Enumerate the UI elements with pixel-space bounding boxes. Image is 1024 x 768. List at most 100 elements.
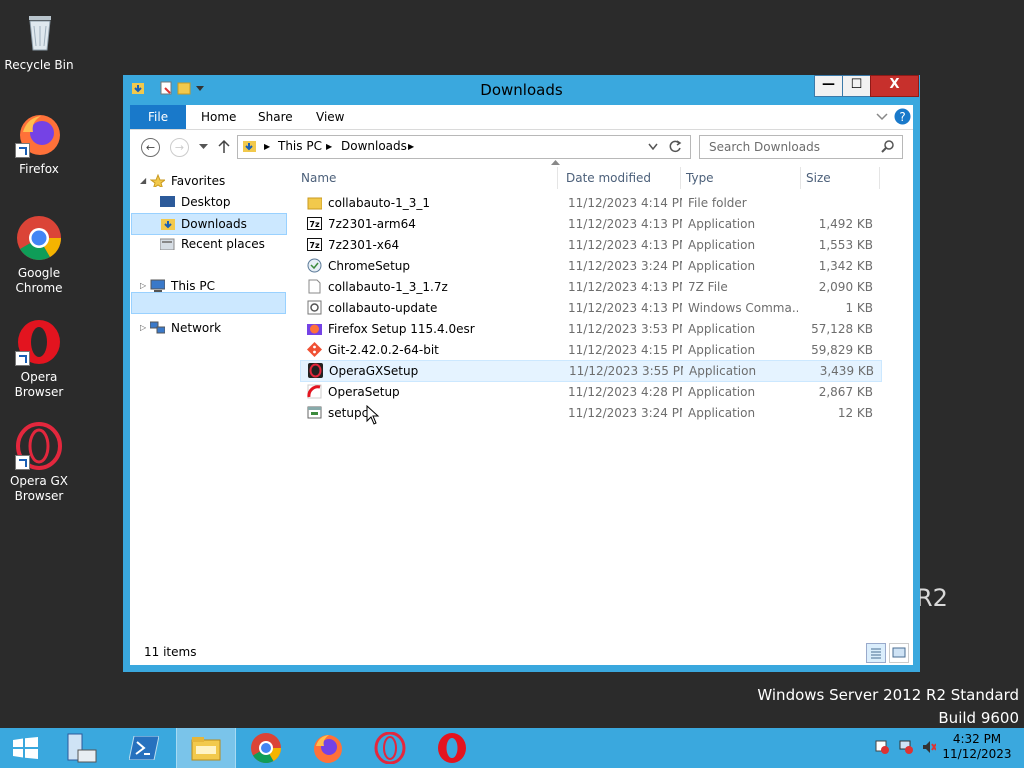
desktop-icon-opera[interactable]: Opera Browser	[4, 318, 74, 400]
tab-home[interactable]: Home	[187, 105, 250, 129]
table-row[interactable]: collabauto-1_3_1 11/12/2023 4:14 PM File f…	[300, 193, 880, 213]
recent-locations-chevron-icon[interactable]	[199, 144, 208, 150]
table-row[interactable]: OperaSetup 11/12/2023 4:28 PM Application 2…	[300, 382, 880, 402]
column-header-type[interactable]: Type	[680, 167, 801, 189]
search-box[interactable]: Search Downloads	[699, 135, 903, 159]
minimize-button[interactable]: —	[814, 75, 843, 97]
action-center-alert-icon[interactable]	[875, 740, 889, 754]
maximize-button[interactable]: ☐	[842, 75, 871, 97]
start-button[interactable]	[0, 728, 56, 768]
app-window-icon	[307, 406, 322, 419]
nav-favorites[interactable]: ◢ Favorites	[140, 171, 290, 191]
minimize-icon: —	[822, 77, 835, 92]
tab-view[interactable]: View	[302, 105, 358, 129]
file-size: 3,439 KB	[819, 364, 874, 378]
search-icon[interactable]	[881, 140, 894, 153]
taskbar-server-manager[interactable]	[56, 728, 112, 768]
table-row[interactable]: Firefox Setup 115.4.0esr 11/12/2023 3:53 …	[300, 319, 880, 339]
table-row[interactable]: OperaGXSetup 11/12/2023 3:55 PM Applicatio…	[300, 360, 882, 382]
file-type: Application	[689, 364, 757, 378]
search-input[interactable]: Search Downloads	[709, 140, 820, 154]
table-row[interactable]: collabauto-1_3_1.7z 11/12/2023 4:13 PM 7Z …	[300, 277, 880, 297]
nav-recent-places[interactable]: Recent places	[155, 234, 285, 254]
desktop-icon	[160, 196, 175, 207]
refresh-icon[interactable]	[669, 140, 682, 153]
network-tray-icon[interactable]	[899, 740, 913, 754]
table-row[interactable]: collabauto-update 11/12/2023 4:13 PM Windo…	[300, 298, 880, 318]
desktop-icon-label: Opera Browser	[14, 370, 64, 399]
file-explorer-icon	[191, 737, 221, 761]
file-date-modified: 11/12/2023 4:13 PM	[568, 301, 682, 315]
title-bar[interactable]: Downloads — ☐ X	[123, 75, 920, 103]
tab-file[interactable]: File	[130, 105, 187, 129]
taskbar-firefox[interactable]	[300, 728, 356, 768]
maximize-icon: ☐	[850, 77, 863, 92]
desktop-icon-recycle-bin[interactable]: Recycle Bin	[4, 6, 74, 73]
desktop-icon-firefox[interactable]: Firefox	[4, 110, 74, 177]
opera-icon	[438, 733, 466, 763]
file-name: OperaGXSetup	[329, 364, 419, 378]
svg-text:?: ?	[899, 110, 905, 124]
taskbar-opera[interactable]	[424, 728, 480, 768]
taskbar-chrome[interactable]	[238, 728, 294, 768]
details-view-button[interactable]	[866, 643, 886, 663]
nav-this-pc[interactable]: ▷ This PC	[140, 276, 290, 296]
desktop-icon-label: Opera GX Browser	[9, 474, 69, 503]
nav-desktop[interactable]: Desktop	[155, 192, 285, 212]
system-clock[interactable]: 4:32 PM 11/12/2023	[942, 732, 1012, 762]
table-row[interactable]: 7z 7z2301-x64 11/12/2023 4:13 PM Applicatio…	[300, 235, 880, 255]
breadcrumb-downloads[interactable]: Downloads	[341, 139, 407, 153]
taskbar-powershell[interactable]	[117, 728, 173, 768]
file-type: Application	[688, 343, 756, 357]
file-icon	[308, 279, 321, 294]
ribbon-tabs: File Home Share View ?	[130, 105, 913, 130]
7zip-icon: 7z	[307, 217, 322, 230]
file-size: 1,553 KB	[818, 238, 873, 252]
desktop-icon-chrome[interactable]: Google Chrome	[4, 214, 74, 296]
desktop-icon-label: Google Chrome	[15, 266, 63, 295]
gear-file-icon	[307, 300, 322, 315]
taskbar-opera-gx[interactable]	[362, 728, 418, 768]
column-header-date-modified[interactable]: Date modified	[560, 167, 681, 189]
column-header-size[interactable]: Size	[800, 167, 880, 189]
volume-muted-icon[interactable]	[922, 740, 936, 754]
table-row[interactable]: Git-2.42.0.2-64-bit 11/12/2023 4:15 PM App…	[300, 340, 880, 360]
file-name: collabauto-1_3_1.7z	[328, 280, 448, 294]
large-icons-view-button[interactable]	[889, 643, 909, 663]
chrome-icon	[251, 733, 281, 764]
column-header-name[interactable]: Name	[295, 167, 558, 189]
address-dropdown-icon[interactable]	[648, 143, 658, 150]
nav-label: Network	[171, 321, 222, 335]
nav-downloads[interactable]: Downloads	[131, 213, 287, 235]
forward-button[interactable]: →	[170, 138, 189, 157]
recycle-bin-icon	[15, 6, 63, 54]
file-name: Firefox Setup 115.4.0esr	[328, 322, 475, 336]
clock-date: 11/12/2023	[942, 747, 1012, 761]
table-row[interactable]: ChromeSetup 11/12/2023 3:24 PM Application…	[300, 256, 880, 276]
file-name: ChromeSetup	[328, 259, 410, 273]
nav-network[interactable]: ▷ Network	[140, 318, 290, 338]
file-date-modified: 11/12/2023 4:13 PM	[568, 217, 682, 231]
file-size: 12 KB	[837, 406, 873, 420]
file-size: 2,090 KB	[818, 280, 873, 294]
opera-setup-icon	[307, 384, 322, 399]
file-list: Name Date modified Type Size collabauto-…	[295, 160, 913, 639]
up-arrow-icon[interactable]	[218, 139, 230, 154]
firefox-setup-icon	[307, 324, 322, 335]
address-bar[interactable]: ▶ This PC ▶ Downloads ▶	[237, 135, 691, 159]
back-button[interactable]: ←	[141, 138, 160, 157]
expand-ribbon-icon[interactable]	[876, 112, 888, 122]
desktop-icon-opera-gx[interactable]: Opera GX Browser	[4, 422, 74, 504]
nav-label: Favorites	[171, 174, 226, 188]
table-row[interactable]: setupc 11/12/2023 3:24 PM Application 12 KB	[300, 403, 880, 423]
breadcrumb-this-pc[interactable]: This PC	[278, 139, 322, 153]
help-icon[interactable]: ?	[894, 108, 911, 125]
taskbar-file-explorer[interactable]	[176, 728, 236, 768]
file-type: Application	[688, 238, 756, 252]
close-button[interactable]: X	[870, 75, 919, 97]
file-type: File folder	[688, 196, 747, 210]
breadcrumb-separator-icon: ▶	[408, 142, 415, 151]
windows-logo-icon	[13, 737, 38, 759]
table-row[interactable]: 7z 7z2301-arm64 11/12/2023 4:13 PM Applicat…	[300, 214, 880, 234]
tab-share[interactable]: Share	[244, 105, 307, 129]
